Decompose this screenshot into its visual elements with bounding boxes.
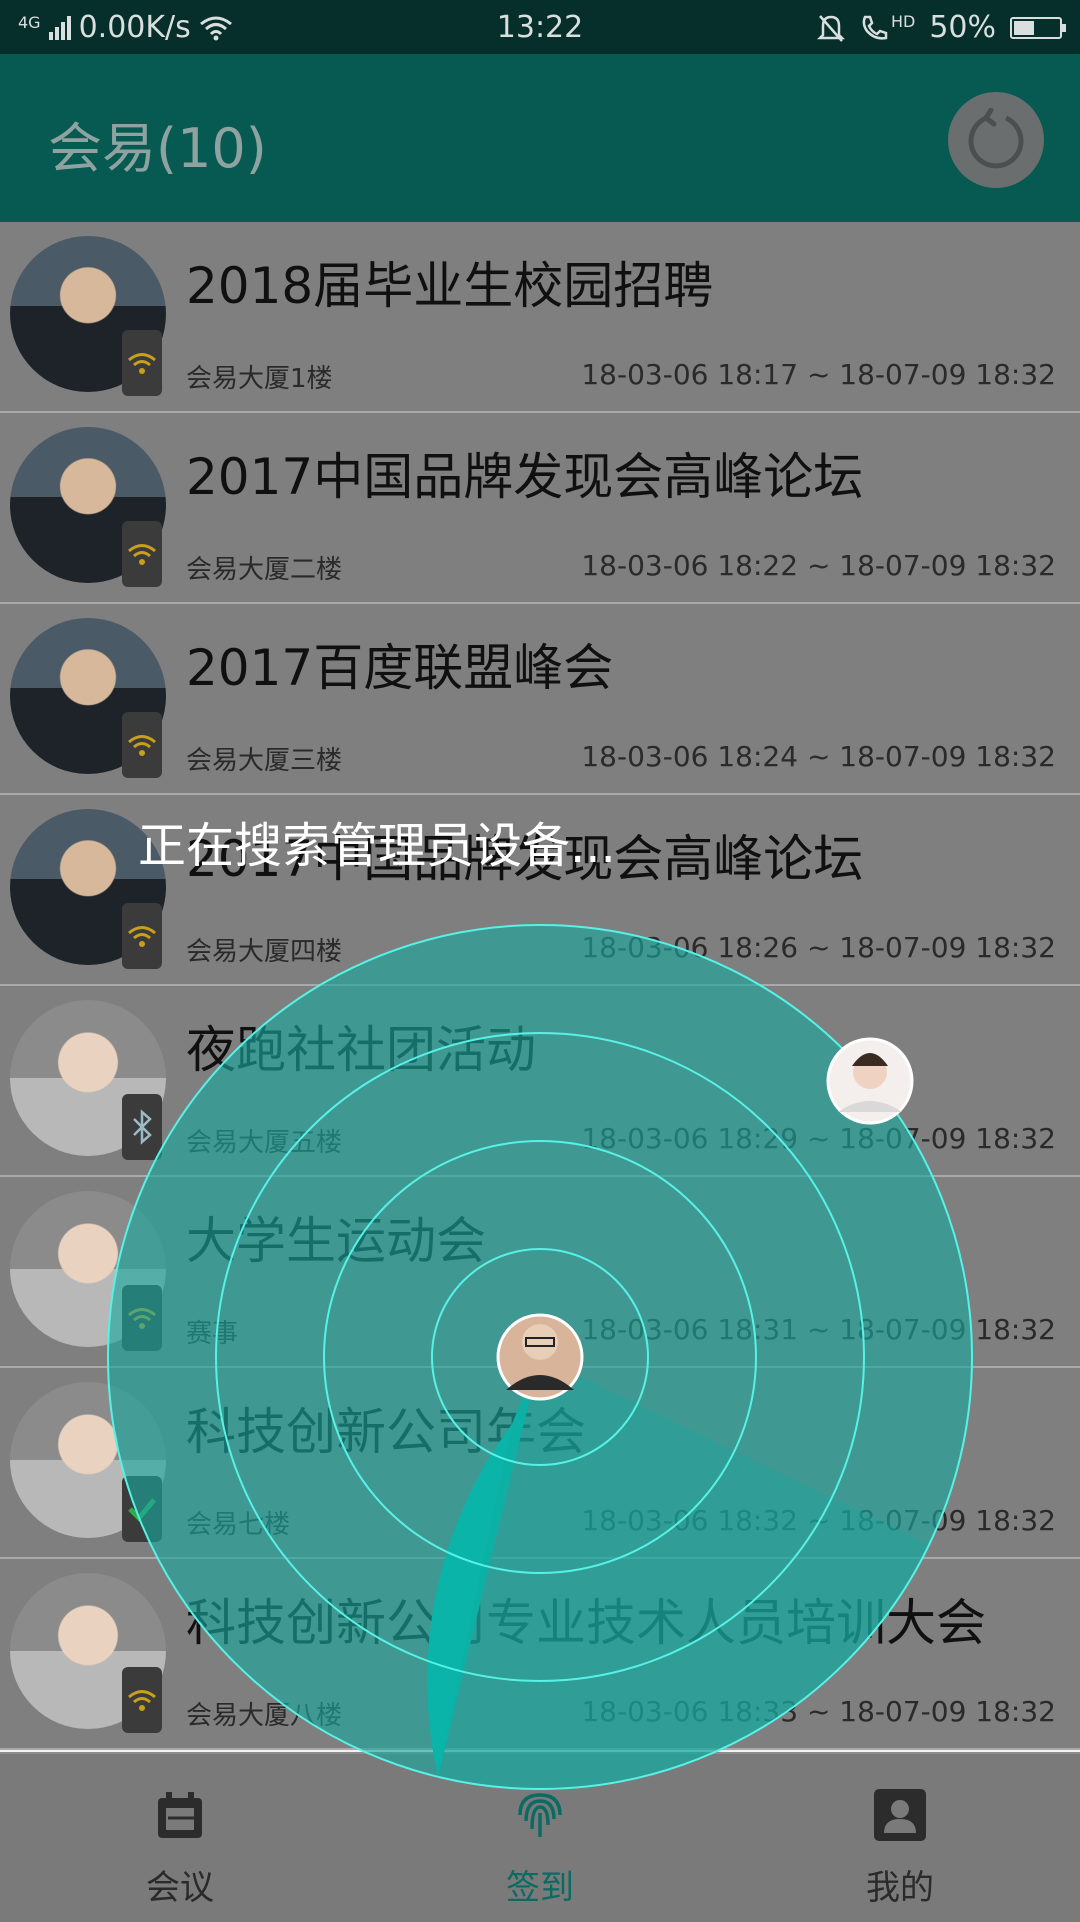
meeting-location: 会易大厦二楼	[186, 555, 343, 585]
nav-meetings-label: 会议	[146, 1868, 214, 1908]
meeting-row[interactable]: 2018届毕业生校园招聘会易大厦1楼 18-03-06 18:17 ~ 18-07…	[0, 222, 1080, 413]
refresh-icon	[968, 108, 1024, 169]
meeting-row[interactable]: 2017中国品牌发现会高峰论坛会易大厦二楼 18-03-06 18:22 ~ 18…	[0, 413, 1080, 604]
calendar-icon	[158, 1792, 202, 1838]
meeting-title: 2017百度联盟峰会	[186, 639, 614, 697]
battery-percent: 50%	[929, 10, 996, 45]
meeting-time: 18-03-06 18:24 ~ 18-07-09 18:32	[581, 740, 1056, 773]
meeting-time: 18-03-06 18:22 ~ 18-07-09 18:32	[581, 549, 1056, 582]
nav-checkin[interactable]: 签到	[440, 1780, 640, 1909]
wifi-badge-icon	[122, 521, 162, 587]
meeting-location: 会易大厦三楼	[186, 746, 343, 776]
searching-message: 正在搜索管理员设备...	[138, 818, 616, 874]
wifi-badge-icon	[122, 903, 162, 969]
fingerprint-icon	[518, 1793, 562, 1837]
meeting-time: 18-03-06 18:17 ~ 18-07-09 18:32	[581, 358, 1056, 391]
nav-profile[interactable]: 我的	[800, 1780, 1000, 1909]
mute-bell-icon	[816, 14, 845, 42]
meeting-location: 会易大厦1楼	[186, 364, 333, 394]
meeting-row[interactable]: 2017百度联盟峰会会易大厦三楼 18-03-06 18:24 ~ 18-07-0…	[0, 604, 1080, 795]
battery-fill	[1014, 20, 1034, 35]
meeting-location: 会易大厦四楼	[186, 937, 343, 967]
page-title: 会易(10)	[48, 117, 267, 180]
wifi-badge-icon	[122, 1667, 162, 1733]
center-user-avatar	[496, 1313, 584, 1401]
battery-icon	[1010, 16, 1066, 39]
meeting-title: 2018届毕业生校园招聘	[186, 257, 714, 315]
app-bar: 会易(10)	[0, 54, 1080, 222]
profile-icon	[874, 1789, 926, 1841]
bluetooth-badge-icon	[122, 1094, 162, 1160]
nav-meetings[interactable]: 会议	[80, 1780, 280, 1909]
wifi-badge-icon	[122, 330, 162, 396]
nav-checkin-label: 签到	[506, 1868, 574, 1908]
meeting-title: 2017中国品牌发现会高峰论坛	[186, 448, 864, 506]
nav-profile-label: 我的	[866, 1868, 934, 1908]
phone-hd-icon	[862, 15, 888, 40]
refresh-button[interactable]	[948, 92, 1044, 188]
status-bar: 4G 0.00K/s 13:22 HD 50%	[0, 0, 1080, 54]
wifi-badge-icon	[122, 712, 162, 778]
found-device-avatar[interactable]	[826, 1037, 914, 1125]
status-right: HD 50%	[816, 10, 1066, 45]
hd-label: HD	[890, 12, 916, 31]
